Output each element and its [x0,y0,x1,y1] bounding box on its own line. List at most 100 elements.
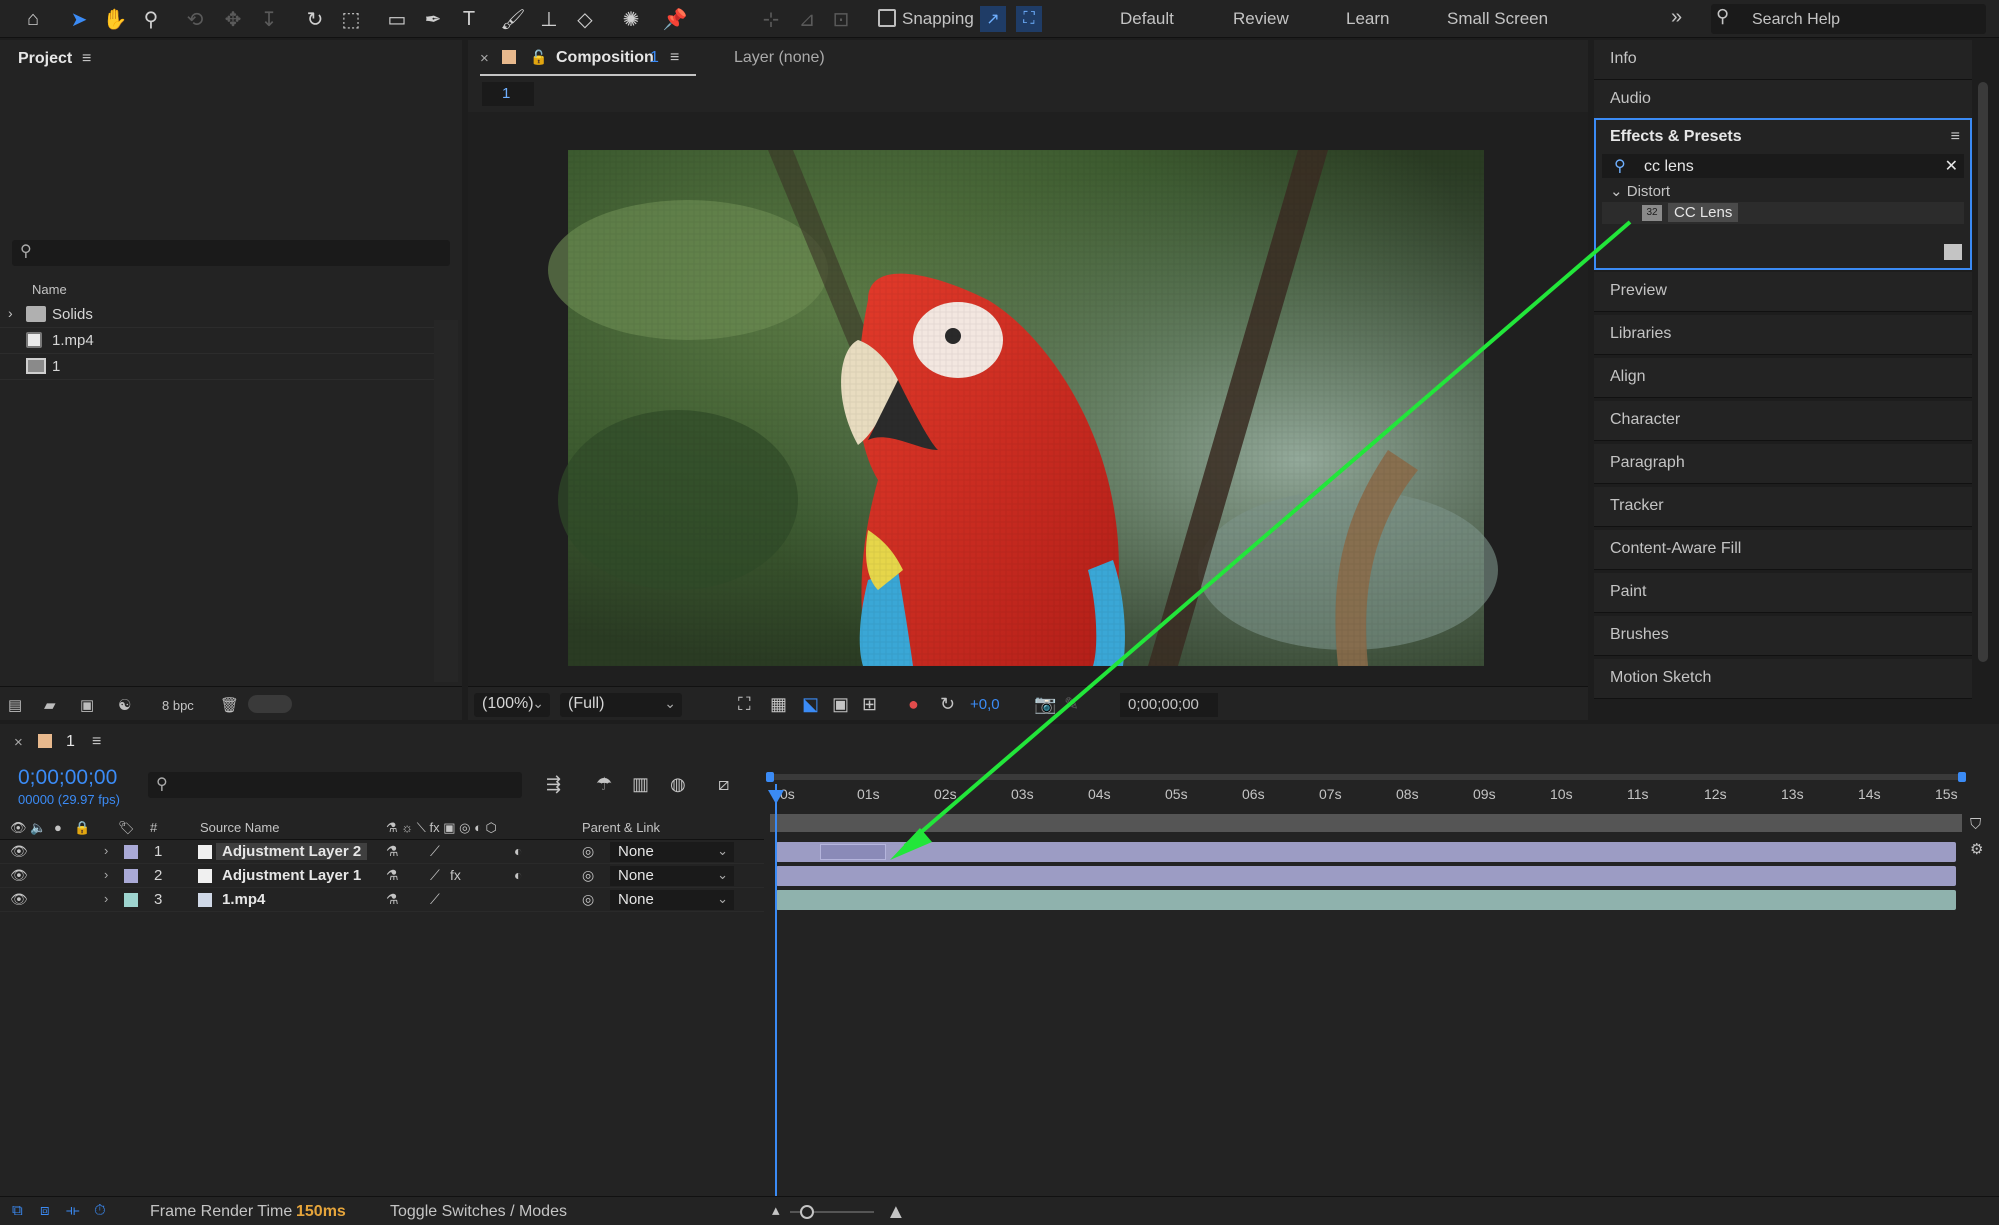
motion-blur-icon[interactable]: ◍ [670,774,686,795]
layer-track-2[interactable] [776,866,1956,886]
time-navigator[interactable] [770,814,1962,832]
eraser-tool-icon[interactable]: ◇ [570,4,600,34]
panel-preview[interactable]: Preview [1594,272,1972,312]
panel-character[interactable]: Character [1594,401,1972,441]
panel-align[interactable]: Align [1594,358,1972,398]
adjust-settings-icon[interactable]: ☯ [118,696,131,714]
pan-camera-icon[interactable]: ✥ [218,4,248,34]
panel-paragraph[interactable]: Paragraph [1594,444,1972,484]
layer-label-color[interactable] [124,869,138,883]
layer-track-1[interactable] [776,842,1956,862]
work-area-start-handle[interactable] [766,772,774,782]
rotation-tool-icon[interactable]: ↻ [300,4,330,34]
composition-viewer[interactable] [468,112,1588,690]
shy-switch-icon[interactable]: ⚗ [386,891,399,908]
roto-brush-icon[interactable]: ✺ [616,4,646,34]
pen-tool-icon[interactable]: ✒ [418,4,448,34]
panel-menu-icon[interactable]: ≡ [82,50,91,68]
eye-icon[interactable]: 👁 [10,843,28,860]
lock-icon[interactable]: 🔓 [530,49,547,66]
project-search-input[interactable] [12,240,450,266]
eye-icon[interactable]: 👁 [10,867,28,884]
home-icon[interactable]: ⌂ [18,4,48,34]
layer-source-name[interactable]: 1.mp4 [222,891,265,908]
layer-tab[interactable]: Layer (none) [734,49,825,67]
more-workspaces-icon[interactable]: » [1671,6,1682,29]
pick-whip-icon[interactable]: ◎ [582,891,594,908]
quality-switch-icon[interactable]: ⟋ [430,867,440,884]
right-panel-scrollbar[interactable] [1974,42,1994,718]
layer-label-color[interactable] [124,845,138,859]
effect-item-cc-lens[interactable]: CC Lens [1668,203,1739,222]
zoom-slider-knob[interactable] [800,1205,814,1219]
timeline-settings-icon[interactable]: ⚙ [1970,840,1983,858]
orbit-camera-icon[interactable]: ⟲ [180,4,210,34]
quality-switch-icon[interactable]: ⟋ [430,891,440,908]
workspace-small-screen[interactable]: Small Screen [1447,9,1548,29]
comp-breadcrumb[interactable]: 1 [482,82,534,106]
toggle-switches-modes-button[interactable]: Toggle Switches / Modes [390,1203,567,1221]
workspace-default[interactable]: Default [1120,9,1174,29]
zoom-in-icon[interactable]: ▲ [886,1201,906,1224]
project-item-solids[interactable]: › Solids [0,302,434,328]
frame-blending-icon[interactable]: ▥ [632,774,649,795]
close-icon[interactable]: × [480,50,489,67]
pick-whip-icon[interactable]: ◎ [582,867,594,884]
new-folder-icon[interactable]: ▰ [44,696,56,714]
chevron-right-icon[interactable]: › [104,843,108,858]
interpret-footage-icon[interactable]: ▤ [8,696,22,714]
shy-switch-icon[interactable]: ⚗ [386,867,399,884]
pan-behind-icon[interactable]: ⬚ [336,4,366,34]
panel-menu-icon[interactable]: ≡ [1951,128,1960,146]
panel-content-aware-fill[interactable]: Content-Aware Fill [1594,530,1972,570]
panel-info[interactable]: Info [1594,40,1972,80]
panel-menu-icon[interactable]: ≡ [92,733,101,751]
view-axis-icon[interactable]: ⊡ [826,4,856,34]
snapshot-camera-icon[interactable]: 📷 [1034,694,1056,715]
shy-layers-icon[interactable]: ☂ [596,774,612,795]
resolution-dropdown[interactable]: (Full) ⌄ [560,693,682,717]
search-help-input[interactable]: Search Help [1752,11,1840,29]
render-time-pane-icon[interactable]: ⏱ [94,1202,106,1219]
rectangle-tool-icon[interactable]: ▭ [382,4,412,34]
project-item-composition[interactable]: 1 [0,354,434,380]
selection-tool-icon[interactable]: ➤ [64,4,94,34]
panel-brushes[interactable]: Brushes [1594,616,1972,656]
name-column-header[interactable]: Name [32,282,67,297]
layer-source-name[interactable]: Adjustment Layer 1 [222,867,361,884]
reset-exposure-icon[interactable]: ↻ [940,694,955,715]
transfer-controls-pane-icon[interactable]: ⧈ [40,1202,50,1219]
work-area-bar[interactable] [766,772,1966,782]
transparency-grid-icon[interactable]: ▦ [770,694,787,715]
snap-edges-icon[interactable]: ↗ [980,6,1006,32]
parent-dropdown[interactable]: None ⌄ [610,890,734,910]
mask-visibility-icon[interactable]: ⬕ [802,694,819,715]
adjustment-switch-icon[interactable]: ◐ [514,867,522,883]
project-item-footage[interactable]: 1.mp4 [0,328,434,354]
clear-search-icon[interactable]: ✕ [1945,156,1958,176]
region-of-interest-icon[interactable]: ▣ [832,694,849,715]
workspace-review[interactable]: Review [1233,9,1289,29]
parent-dropdown[interactable]: None ⌄ [610,842,734,862]
align-axis-icon[interactable]: ⊹ [756,4,786,34]
puppet-pin-icon[interactable]: 📌 [660,4,690,34]
panel-motion-sketch[interactable]: Motion Sketch [1594,659,1972,699]
chevron-right-icon[interactable]: › [8,305,13,321]
panel-libraries[interactable]: Libraries [1594,315,1972,355]
axis-mode-icon[interactable]: ⊿ [792,4,822,34]
parent-link-column-header[interactable]: Parent & Link [582,820,660,835]
in-out-pane-icon[interactable]: ⟛ [66,1202,80,1219]
project-panel-title[interactable]: Project [18,50,72,68]
quality-switch-icon[interactable]: ⟋ [430,843,440,860]
panel-paint[interactable]: Paint [1594,573,1972,613]
current-time-indicator[interactable] [775,784,777,1204]
layer-label-color[interactable] [124,893,138,907]
layer-source-name[interactable]: Adjustment Layer 2 [216,843,368,860]
thumbnail-toggle[interactable] [248,695,292,713]
trash-icon[interactable]: 🗑 [220,696,239,714]
layer-row-2[interactable]: 👁 › 2 Adjustment Layer 1 ⚗ ⟋ fx ◐ ◎ None… [0,864,764,888]
clone-stamp-icon[interactable]: ⊥ [534,4,564,34]
exposure-value[interactable]: +0,0 [970,696,1000,713]
fx-switch-icon[interactable]: fx [450,867,461,883]
pick-whip-icon[interactable]: ◎ [582,843,594,860]
